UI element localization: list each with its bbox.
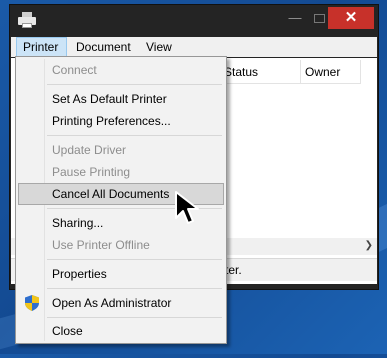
menu-separator — [47, 288, 222, 289]
printer-icon[interactable] — [18, 12, 36, 28]
menu-item-use-printer-offline[interactable]: Use Printer Offline — [18, 234, 224, 256]
column-header-owner[interactable]: Owner — [301, 60, 361, 84]
menu-item-printing-preferences[interactable]: Printing Preferences... — [18, 110, 224, 132]
menu-item-update-driver[interactable]: Update Driver — [18, 139, 224, 161]
menu-separator — [47, 259, 222, 260]
menu-item-pause-printing[interactable]: Pause Printing — [18, 161, 224, 183]
menu-item-set-default-printer[interactable]: Set As Default Printer — [18, 88, 224, 110]
title-bar[interactable]: — ✕ — [10, 5, 378, 35]
menu-view[interactable]: View — [140, 37, 178, 57]
menu-item-properties[interactable]: Properties — [18, 263, 224, 285]
close-button[interactable]: ✕ — [328, 7, 374, 29]
maximize-button[interactable] — [308, 7, 330, 29]
menu-document[interactable]: Document — [70, 37, 137, 57]
menu-item-connect[interactable]: Connect — [18, 59, 224, 81]
minimize-button[interactable]: — — [284, 7, 306, 29]
menu-item-label: Open As Administrator — [52, 296, 172, 310]
menu-item-open-as-administrator[interactable]: Open As Administrator — [18, 292, 224, 314]
menu-bar: Printer Document View — [11, 37, 377, 57]
menu-separator — [47, 135, 222, 136]
uac-shield-icon — [25, 295, 39, 311]
column-header-status[interactable]: Status — [221, 60, 301, 84]
status-text: ter. — [225, 263, 242, 277]
menu-item-close[interactable]: Close — [18, 320, 224, 342]
scroll-right-icon[interactable]: ❯ — [365, 240, 373, 251]
menu-separator — [47, 84, 222, 85]
mouse-cursor-icon — [175, 191, 199, 224]
menu-printer[interactable]: Printer — [16, 37, 67, 57]
menu-separator — [47, 317, 222, 318]
